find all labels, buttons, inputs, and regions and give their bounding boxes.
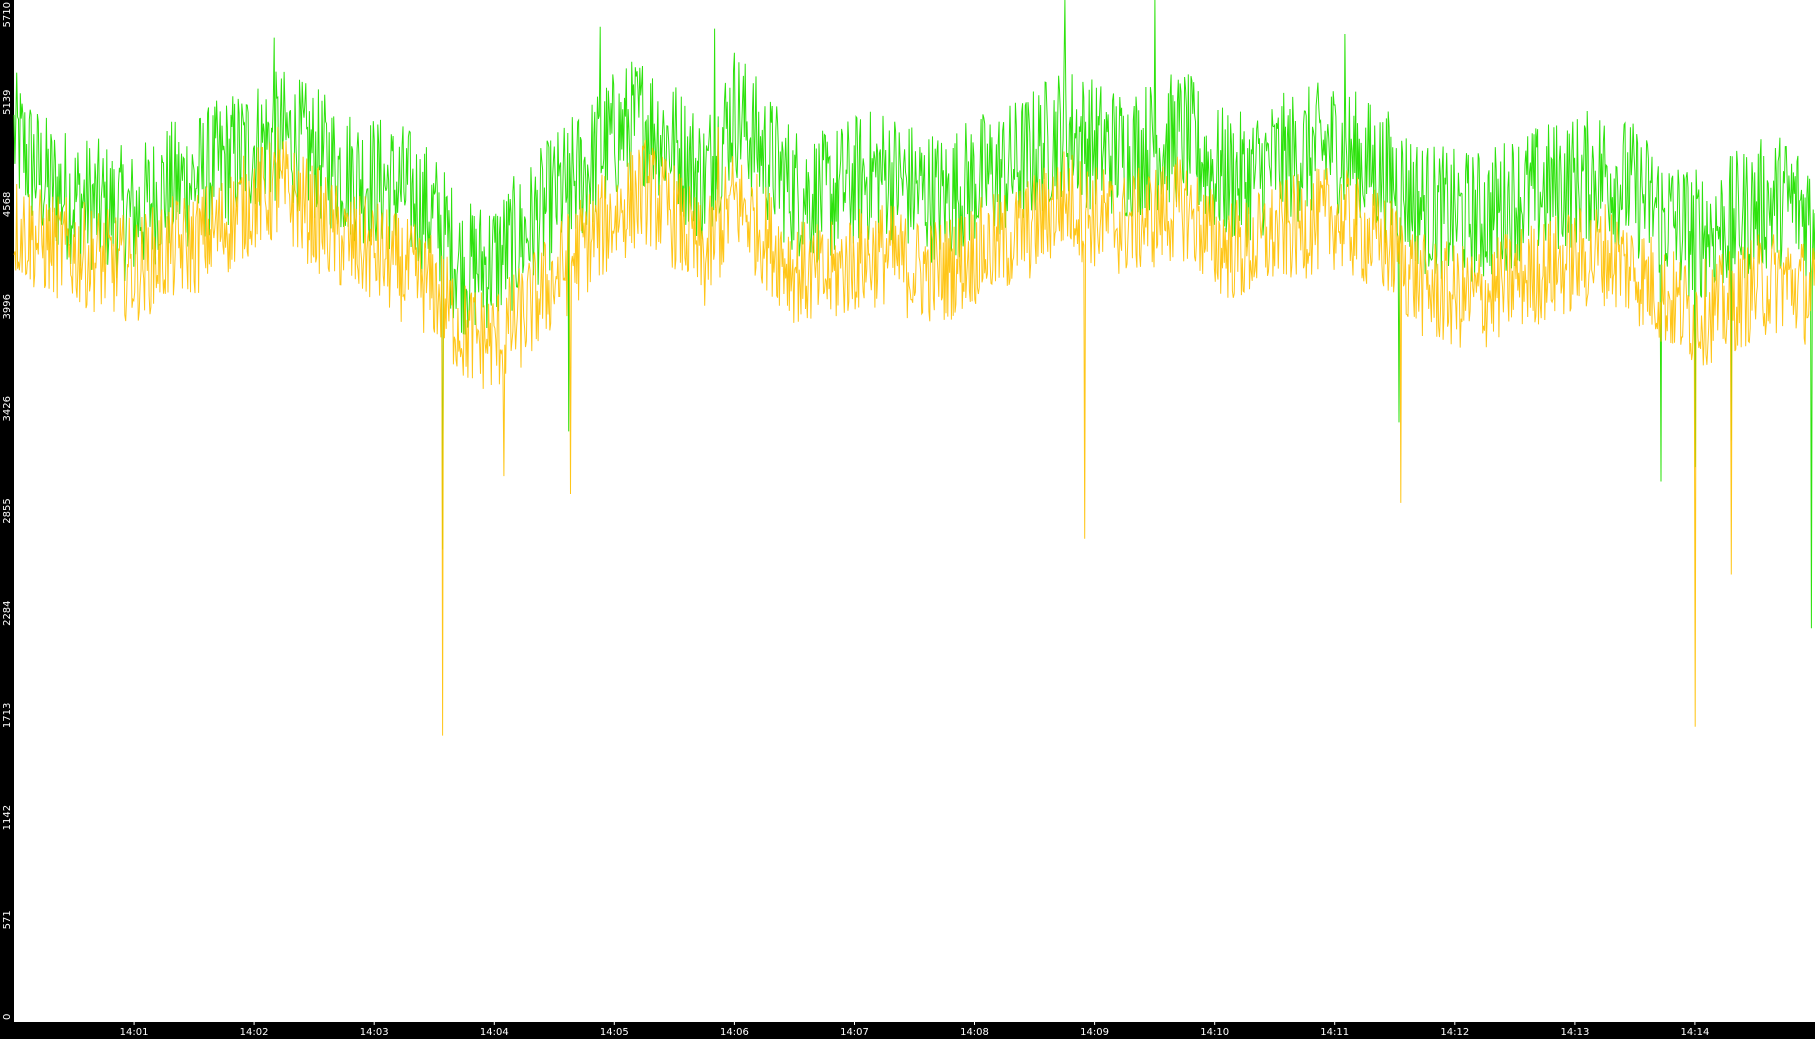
y-tick-label: 1713 <box>2 703 13 728</box>
chart-root: 0 571 1142 1713 2284 2855 3426 3996 4568 5139 5710… <box>0 0 1815 1039</box>
x-tick-label: 14:05 <box>600 1027 629 1038</box>
y-tick-label: 2284 <box>2 600 13 625</box>
x-tick-label: 14:10 <box>1200 1027 1229 1038</box>
y-tick-label: 5139 <box>2 89 13 114</box>
y-tick-label: 4568 <box>2 192 13 217</box>
x-tick-label: 14:01 <box>120 1027 149 1038</box>
x-tick-label: 14:08 <box>960 1027 989 1038</box>
y-tick-label: 3426 <box>2 396 13 421</box>
y-tick-label: 1142 <box>2 805 13 830</box>
y-tick-label: 0 <box>2 1014 13 1020</box>
x-tick-label: 14:02 <box>240 1027 269 1038</box>
x-tick-label: 14:03 <box>360 1027 389 1038</box>
x-tick-label: 14:09 <box>1080 1027 1109 1038</box>
y-tick-label: 2855 <box>2 498 13 523</box>
y-tick-label: 571 <box>2 910 13 929</box>
x-tick-label: 14:04 <box>480 1027 509 1038</box>
x-tick-label: 14:13 <box>1560 1027 1589 1038</box>
y-tick-label: 5710 <box>2 2 13 27</box>
x-axis-band <box>0 1022 1815 1039</box>
x-tick-label: 14:06 <box>720 1027 749 1038</box>
x-tick-label: 14:11 <box>1320 1027 1349 1038</box>
line-chart: 0 571 1142 1713 2284 2855 3426 3996 4568 5139 5710… <box>0 0 1815 1039</box>
x-tick-label: 14:07 <box>840 1027 869 1038</box>
x-tick-label: 14:14 <box>1680 1027 1709 1038</box>
y-tick-label: 3996 <box>2 294 13 319</box>
x-tick-label: 14:12 <box>1440 1027 1469 1038</box>
